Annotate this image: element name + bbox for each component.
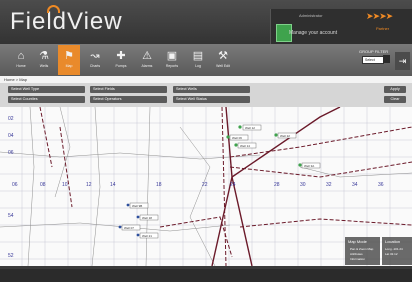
well-label: Well 06: [232, 136, 242, 140]
clear-button[interactable]: Clear: [384, 96, 406, 103]
user-panel[interactable]: Administrator Manage your account ➤➤➤➤ P…: [270, 9, 412, 44]
toolbar-wells-button[interactable]: ⚗ Wells: [33, 45, 55, 75]
section-number: 18: [156, 182, 162, 188]
toolbar-label: Home: [16, 64, 26, 68]
toolbar-label: Log: [195, 64, 201, 68]
toolbar-pumps-button[interactable]: ✚ Pumps: [110, 45, 132, 75]
app-footer: [0, 266, 412, 282]
toolbar-reports-button[interactable]: ▣ Reports: [161, 45, 183, 75]
location-title: Location: [385, 239, 401, 244]
log-icon: ▤: [192, 50, 204, 62]
toolbar-label: Map: [65, 64, 73, 68]
toolbar-label: Alarms: [141, 64, 153, 68]
partner-label: Partner: [376, 26, 390, 31]
section-number: 06: [8, 150, 14, 156]
toolbar-well-edit-button[interactable]: ⚒ Well Edit: [212, 45, 234, 75]
section-number: 54: [8, 213, 14, 219]
map-mode-option[interactable]: Information: [350, 257, 365, 261]
toolbar-label: Charts: [89, 64, 101, 68]
wrench-icon: ⚒: [218, 50, 228, 62]
location-panel: Location Long -101.24 Lat 32.12: [382, 237, 412, 265]
section-number: 34: [352, 182, 358, 188]
map-mode-option[interactable]: Attributes: [350, 252, 363, 256]
section-number: 08: [40, 182, 46, 188]
well-label: Well 12: [245, 126, 255, 130]
map-mode-option[interactable]: Pan & Zoom Map: [350, 247, 373, 251]
location-longitude: Long -101.24: [385, 247, 403, 251]
well-map[interactable]: 02 04 06 06 08 10 12 14 18 22 24 28 30 3…: [0, 107, 412, 266]
group-filter-go-button[interactable]: [383, 55, 390, 63]
toolbar-log-button[interactable]: ▤ Log: [187, 45, 209, 75]
map-pin-icon: ⚑: [64, 50, 74, 62]
brand-name: FieldView: [10, 8, 123, 35]
signal-arc-icon: [47, 5, 60, 13]
location-latitude: Lat 32.12: [385, 252, 398, 256]
partner-chevrons-logo: ➤➤➤➤: [366, 11, 393, 21]
chart-icon: ↝: [90, 50, 100, 62]
well-label: Well 9B: [132, 204, 142, 208]
well-label: Well 22: [280, 134, 290, 138]
section-number: 36: [378, 182, 384, 188]
home-icon: ⌂: [17, 50, 25, 62]
app-header: FieldView Administrator Manage your acco…: [0, 0, 412, 44]
section-number: 04: [8, 133, 14, 139]
section-number: 02: [8, 116, 14, 122]
fields-select[interactable]: Select Fields: [90, 86, 167, 93]
apply-button[interactable]: Apply: [384, 86, 406, 93]
pump-icon: ✚: [116, 50, 126, 62]
operators-select[interactable]: Select Operators: [90, 96, 167, 103]
toolbar-label: Reports: [165, 64, 179, 68]
app-window: FieldView Administrator Manage your acco…: [0, 0, 412, 282]
toolbar-map-button[interactable]: ⚑ Map: [58, 45, 80, 75]
toolbar-label: Well Edit: [216, 64, 230, 68]
reports-icon: ▣: [166, 50, 178, 62]
counties-select[interactable]: Select Counties: [8, 96, 85, 103]
manage-account-link[interactable]: Manage your account: [289, 30, 337, 36]
section-number: 28: [274, 182, 280, 188]
map-mode-panel[interactable]: Map Mode Pan & Zoom Map Attributes Infor…: [345, 237, 380, 265]
section-number: 52: [8, 253, 14, 259]
section-number: 14: [110, 182, 116, 188]
section-number: 24: [230, 182, 236, 188]
toolbar-charts-button[interactable]: ↝ Charts: [84, 45, 106, 75]
fieldview-logo: FieldView: [10, 5, 123, 36]
well-label: Well 21: [142, 234, 152, 238]
section-numbers: 02 04 06 06 08 10 12 14 18 22 24 28 30 3…: [8, 116, 384, 259]
section-number: 30: [300, 182, 306, 188]
group-filter-select[interactable]: Select: [362, 56, 384, 64]
toolbar-home-button[interactable]: ⌂ Home: [10, 45, 32, 75]
well-label: Well 14: [240, 144, 250, 148]
map-mode-title: Map Mode: [348, 239, 367, 244]
section-number: 10: [62, 182, 68, 188]
toolbar-label: Pumps: [115, 64, 127, 68]
toolbar-alarms-button[interactable]: ⚠ Alarms: [136, 45, 158, 75]
wells-icon: ⚗: [39, 50, 49, 62]
warning-icon: ⚠: [142, 50, 152, 62]
logout-icon[interactable]: ⇥: [395, 52, 410, 70]
well-label: Well 07: [124, 226, 134, 230]
group-filter-label: GROUP FILTER: [359, 49, 389, 54]
section-number: 32: [326, 182, 332, 188]
wells-select[interactable]: Select Wells: [173, 86, 250, 93]
well-status-select[interactable]: Select Well Status: [173, 96, 250, 103]
toolbar-label: Wells: [39, 64, 49, 68]
section-number: 06: [12, 182, 18, 188]
well-label: Well 18: [142, 216, 152, 220]
well-label: Well 3A: [304, 164, 314, 168]
section-number: 12: [86, 182, 92, 188]
map-filter-bar: Select Well Type Select Fields Select We…: [0, 83, 412, 108]
well-markers[interactable]: Well 12 Well 06 Well 14 Well 22 Well 3A …: [118, 124, 321, 239]
main-toolbar: ⌂ Home ⚗ Wells ⚑ Map ↝ Charts ✚ Pumps ⚠ …: [0, 44, 412, 77]
admin-label: Administrator: [299, 13, 323, 18]
well-type-select[interactable]: Select Well Type: [8, 86, 85, 93]
section-number: 22: [202, 182, 208, 188]
